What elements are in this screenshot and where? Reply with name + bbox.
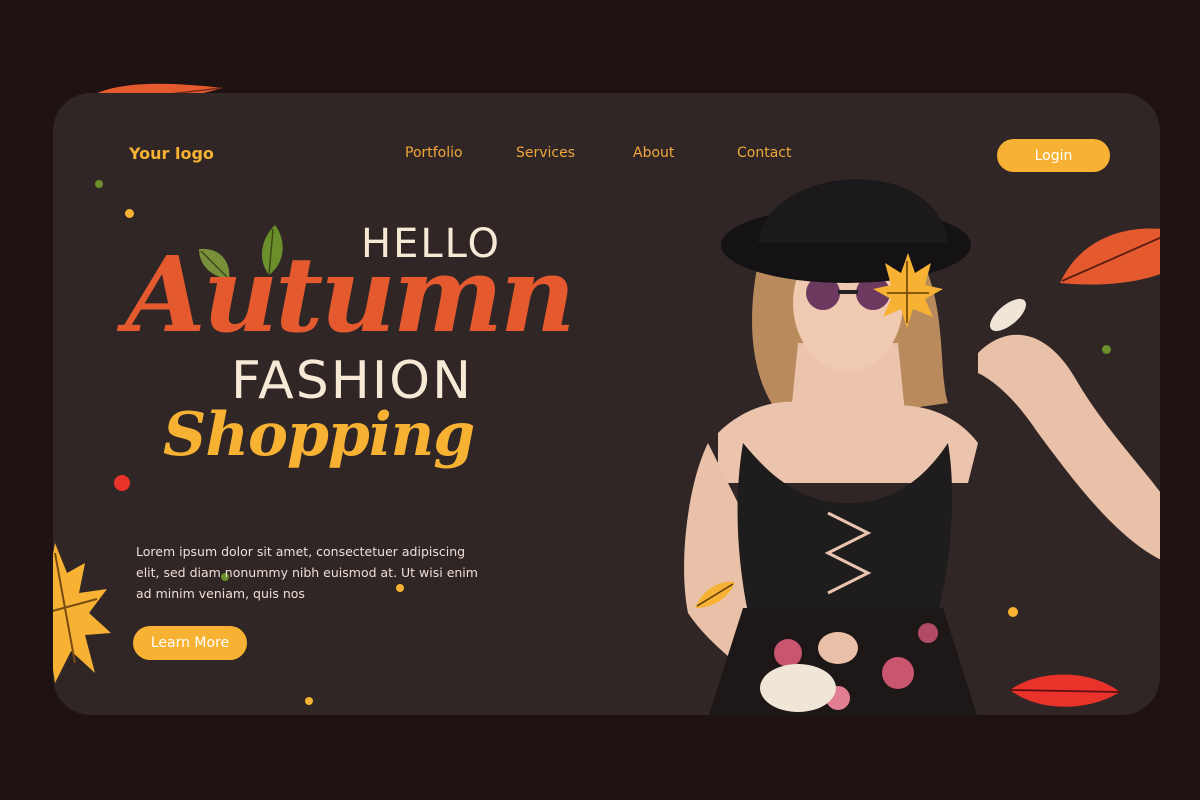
maple-leaf-icon [53, 543, 111, 683]
leaf-icon [695, 581, 735, 608]
headline-shopping: Shopping [163, 400, 475, 470]
learn-more-button[interactable]: Learn More [133, 626, 247, 660]
headline-autumn: Autumn [125, 233, 576, 356]
nav-portfolio[interactable]: Portfolio [405, 145, 463, 161]
dot-decoration [95, 180, 103, 188]
dot-decoration [114, 475, 130, 491]
dot-decoration [125, 209, 134, 218]
leaf-icon [1060, 228, 1160, 285]
leaf-icon [1009, 674, 1121, 707]
maple-leaf-icon [873, 253, 943, 328]
hero-card: Your logo Portfolio Services About Conta… [53, 93, 1160, 715]
hero-description: Lorem ipsum dolor sit amet, consectetuer… [136, 544, 478, 601]
nav-services[interactable]: Services [516, 145, 575, 161]
logo[interactable]: Your logo [129, 144, 214, 163]
dot-decoration [305, 697, 313, 705]
